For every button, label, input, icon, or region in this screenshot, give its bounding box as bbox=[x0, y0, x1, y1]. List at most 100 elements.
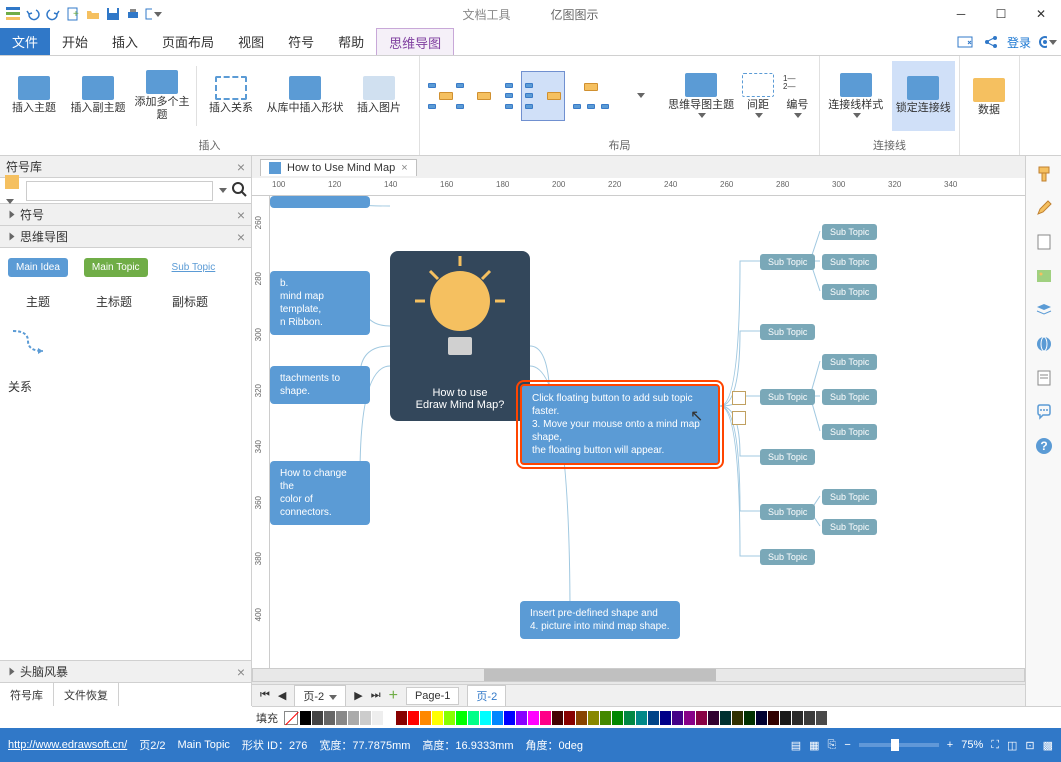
palette-swatch[interactable] bbox=[576, 711, 587, 725]
shape-main-topic[interactable]: Main Topic bbox=[84, 258, 148, 277]
layout-option-3[interactable] bbox=[521, 71, 565, 121]
palette-swatch[interactable] bbox=[492, 711, 503, 725]
palette-swatch[interactable] bbox=[396, 711, 407, 725]
status-url[interactable]: http://www.edrawsoft.cn/ bbox=[8, 739, 127, 751]
view-mode-2-icon[interactable]: ▦ bbox=[809, 739, 819, 752]
menu-icon[interactable] bbox=[4, 5, 22, 23]
numbering-button[interactable]: 1—2—编号 bbox=[780, 61, 815, 131]
attachment-icon[interactable] bbox=[732, 391, 746, 405]
palette-swatch[interactable] bbox=[732, 711, 743, 725]
shape-main-idea[interactable]: Main Idea bbox=[8, 258, 68, 277]
undo-icon[interactable] bbox=[24, 5, 42, 23]
section-close-icon[interactable]: × bbox=[237, 664, 245, 680]
view-mode-1-icon[interactable]: ▤ bbox=[791, 739, 801, 752]
export-icon[interactable] bbox=[144, 5, 162, 23]
redo-icon[interactable] bbox=[44, 5, 62, 23]
menu-start[interactable]: 开始 bbox=[50, 28, 100, 55]
mindmap-theme-button[interactable]: 思维导图主题 bbox=[666, 61, 737, 131]
mm-sub-node[interactable]: Sub Topic bbox=[822, 254, 877, 270]
connector-style-button[interactable]: 连接线样式 bbox=[824, 61, 888, 131]
mm-sub-node[interactable]: Sub Topic bbox=[822, 224, 877, 240]
palette-swatch[interactable] bbox=[408, 711, 419, 725]
palette-swatch[interactable] bbox=[648, 711, 659, 725]
canvas[interactable]: b. mind map template, n Ribbon. ttachmen… bbox=[270, 196, 1025, 668]
page-nav-next[interactable]: ▶ bbox=[354, 689, 362, 702]
fit-width-icon[interactable]: ◫ bbox=[1007, 739, 1017, 752]
insert-relation-button[interactable]: 插入关系 bbox=[201, 61, 261, 131]
insert-from-library-button[interactable]: 从库中插入形状 bbox=[265, 61, 345, 131]
search-icon[interactable] bbox=[231, 181, 247, 200]
palette-swatch[interactable] bbox=[480, 711, 491, 725]
mm-sub-node[interactable]: Sub Topic bbox=[822, 424, 877, 440]
zoom-slider[interactable] bbox=[859, 743, 939, 747]
mm-sub-node[interactable]: Sub Topic bbox=[822, 354, 877, 370]
mm-sub-node[interactable]: Sub Topic bbox=[760, 549, 815, 565]
mm-sub-node[interactable]: Sub Topic bbox=[822, 389, 877, 405]
mm-node[interactable] bbox=[270, 196, 370, 208]
palette-swatch[interactable] bbox=[444, 711, 455, 725]
mm-node-template[interactable]: b. mind map template, n Ribbon. bbox=[270, 271, 370, 335]
palette-swatch[interactable] bbox=[456, 711, 467, 725]
save-icon[interactable] bbox=[104, 5, 122, 23]
section-symbols[interactable]: 符号 × bbox=[0, 204, 251, 226]
mm-sub-node[interactable]: Sub Topic bbox=[760, 389, 815, 405]
search-dropdown-icon[interactable] bbox=[219, 188, 227, 193]
page-nav-first[interactable]: ⏮ bbox=[260, 689, 270, 702]
palette-swatch[interactable] bbox=[744, 711, 755, 725]
palette-swatch[interactable] bbox=[780, 711, 791, 725]
add-multi-topic-button[interactable]: 添加多个主题 bbox=[132, 61, 192, 131]
print-icon[interactable] bbox=[124, 5, 142, 23]
insert-topic-button[interactable]: 插入主题 bbox=[4, 61, 64, 131]
palette-swatch[interactable] bbox=[612, 711, 623, 725]
picture-icon[interactable] bbox=[732, 411, 746, 425]
palette-swatch[interactable] bbox=[600, 711, 611, 725]
data-button[interactable]: 数据 bbox=[964, 63, 1014, 133]
mm-sub-node[interactable]: Sub Topic bbox=[822, 489, 877, 505]
layout-option-4[interactable] bbox=[569, 71, 613, 121]
settings-icon[interactable] bbox=[1037, 32, 1057, 52]
tab-symbol-library[interactable]: 符号库 bbox=[0, 683, 54, 706]
palette-swatch[interactable] bbox=[588, 711, 599, 725]
menu-insert[interactable]: 插入 bbox=[100, 28, 150, 55]
palette-swatch[interactable] bbox=[504, 711, 515, 725]
palette-swatch[interactable] bbox=[516, 711, 527, 725]
palette-swatch[interactable] bbox=[816, 711, 827, 725]
share-icon[interactable] bbox=[981, 32, 1001, 52]
tab-file-recovery[interactable]: 文件恢复 bbox=[54, 683, 119, 706]
palette-swatch[interactable] bbox=[336, 711, 347, 725]
layout-option-1[interactable] bbox=[424, 71, 468, 121]
menu-help[interactable]: 帮助 bbox=[326, 28, 376, 55]
doc-tab-close-icon[interactable]: × bbox=[401, 162, 407, 174]
close-button[interactable]: ✕ bbox=[1021, 0, 1061, 28]
palette-swatch[interactable] bbox=[420, 711, 431, 725]
horizontal-scrollbar[interactable] bbox=[252, 668, 1025, 682]
maximize-button[interactable]: ☐ bbox=[981, 0, 1021, 28]
mm-sub-node[interactable]: Sub Topic bbox=[760, 254, 815, 270]
palette-swatch[interactable] bbox=[360, 711, 371, 725]
palette-swatch[interactable] bbox=[756, 711, 767, 725]
palette-swatch[interactable] bbox=[792, 711, 803, 725]
image-icon[interactable] bbox=[1032, 264, 1056, 288]
palette-swatch[interactable] bbox=[540, 711, 551, 725]
menu-file[interactable]: 文件 bbox=[0, 28, 50, 55]
pencil-icon[interactable] bbox=[1032, 196, 1056, 220]
palette-swatch[interactable] bbox=[672, 711, 683, 725]
menu-symbol[interactable]: 符号 bbox=[276, 28, 326, 55]
note-icon[interactable] bbox=[1032, 366, 1056, 390]
comment-icon[interactable] bbox=[1032, 400, 1056, 424]
spacing-button[interactable]: 间距 bbox=[740, 61, 775, 131]
open-icon[interactable] bbox=[84, 5, 102, 23]
grid-icon[interactable]: ▩ bbox=[1043, 739, 1053, 752]
menu-mindmap[interactable]: 思维导图 bbox=[376, 28, 454, 55]
page-add-icon[interactable]: + bbox=[389, 687, 398, 705]
palette-swatch[interactable] bbox=[384, 711, 395, 725]
page-nav-prev[interactable]: ◀ bbox=[278, 689, 286, 702]
page-tab-1[interactable]: Page-1 bbox=[406, 687, 459, 705]
layout-option-2[interactable] bbox=[472, 71, 516, 121]
login-link[interactable]: 登录 bbox=[1007, 34, 1031, 51]
palette-swatch[interactable] bbox=[720, 711, 731, 725]
zoom-in-icon[interactable]: + bbox=[947, 739, 953, 751]
palette-swatch[interactable] bbox=[684, 711, 695, 725]
palette-swatch[interactable] bbox=[528, 711, 539, 725]
new-icon[interactable]: + bbox=[64, 5, 82, 23]
